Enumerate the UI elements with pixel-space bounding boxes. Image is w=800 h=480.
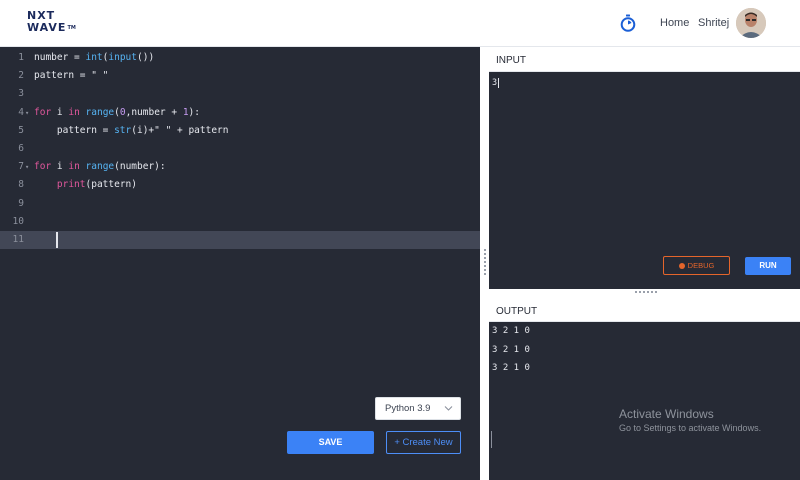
code-token: ): — [188, 106, 200, 118]
output-panel-title: OUTPUT — [496, 306, 538, 317]
output-scroll-indicator — [491, 431, 492, 448]
code-line[interactable]: 9 — [0, 195, 480, 213]
code-token: pattern = — [34, 124, 115, 136]
debug-dot-icon — [678, 262, 685, 269]
code-token: print — [56, 179, 86, 191]
horizontal-resize-handle[interactable] — [489, 289, 800, 298]
activate-windows-title: Activate Windows — [619, 407, 714, 421]
line-number: 9 — [18, 197, 24, 209]
language-select[interactable]: Python 3.9 — [375, 397, 461, 420]
code-line[interactable]: 6 — [0, 140, 480, 158]
code-text: pattern = str(i)+" " + pattern — [34, 122, 229, 140]
run-button[interactable]: RUN — [745, 257, 791, 275]
line-number: 10 — [12, 215, 24, 227]
code-token: (number): — [114, 161, 166, 173]
logo-line-2: WAVETM — [27, 22, 87, 34]
vertical-resize-handle[interactable] — [480, 47, 489, 480]
output-panel-header: OUTPUT — [489, 298, 800, 322]
chevron-down-icon — [444, 398, 453, 427]
line-number: 7 — [18, 161, 24, 173]
line-number: 2 — [18, 70, 24, 82]
stopwatch-icon[interactable] — [620, 14, 636, 32]
text-caret — [56, 231, 58, 248]
code-token: pattern = — [34, 70, 92, 82]
line-number: 3 — [18, 88, 24, 100]
code-text: for i in range(number): — [34, 158, 166, 176]
code-line[interactable]: 7 ▾ for i in range(number): — [0, 158, 480, 176]
line-number: 4 — [18, 106, 24, 118]
user-name[interactable]: Shritej — [698, 17, 729, 29]
fold-arrow-icon[interactable]: ▾ — [25, 158, 29, 176]
line-number: 5 — [18, 124, 24, 136]
line-number: 6 — [18, 142, 24, 154]
debug-label: DEBUG — [687, 261, 715, 270]
line-number: 11 — [12, 233, 24, 245]
code-token: ()) — [137, 52, 155, 63]
line-number: 8 — [18, 179, 24, 191]
create-new-button[interactable]: + Create New — [386, 431, 461, 454]
code-line[interactable]: 1 number = int(input()) — [0, 49, 480, 67]
output-line: 3 2 1 0 — [492, 363, 530, 373]
user-avatar[interactable] — [736, 8, 766, 38]
code-line[interactable]: 8 print(pattern) — [0, 176, 480, 194]
output-line: 3 2 1 0 — [492, 345, 530, 355]
code-text: print(pattern) — [34, 176, 137, 194]
code-text: for i in range(0,number + 1): — [34, 104, 200, 122]
code-token: input — [108, 52, 137, 63]
save-button[interactable]: SAVE — [287, 431, 374, 454]
code-lines[interactable]: 1 number = int(input()) 2 pattern = " " 3 4 ▾ f… — [0, 49, 480, 250]
input-textarea[interactable]: 3 DEBUG RUN — [489, 72, 800, 289]
code-token: range — [85, 161, 115, 173]
code-text: number = int(input()) — [34, 49, 154, 67]
nav-home-link[interactable]: Home — [660, 17, 689, 29]
code-token: number = — [34, 52, 86, 63]
debug-button[interactable]: DEBUG — [663, 256, 730, 275]
code-line[interactable]: 5 pattern = str(i)+" " + pattern — [0, 122, 480, 140]
code-token: i — [51, 161, 69, 173]
code-token: (pattern) — [85, 179, 137, 191]
code-token: in — [68, 161, 80, 173]
code-token: " " — [91, 70, 109, 82]
output-console[interactable]: 3 2 1 0 3 2 1 0 3 2 1 0 Activate Windows… — [489, 322, 800, 480]
grip-dots-icon — [635, 291, 657, 293]
code-line[interactable]: 4 ▾ for i in range(0,number + 1): — [0, 104, 480, 122]
input-panel-title: INPUT — [496, 55, 526, 66]
input-caret — [498, 78, 499, 88]
nxtwave-logo[interactable]: NXT WAVETM — [27, 10, 87, 38]
code-token: in — [68, 106, 80, 118]
code-token: range — [85, 106, 115, 118]
grip-dots-icon — [484, 249, 486, 275]
language-value: Python 3.9 — [385, 403, 431, 414]
code-line[interactable]: 10 — [0, 213, 480, 231]
code-text: pattern = " " — [34, 67, 108, 85]
code-line[interactable]: 11 — [0, 230, 480, 250]
fold-arrow-icon[interactable]: ▾ — [25, 104, 29, 122]
code-editor[interactable]: 1 number = int(input()) 2 pattern = " " 3 4 ▾ f… — [0, 47, 480, 480]
code-line[interactable]: 3 — [0, 85, 480, 103]
output-line: 3 2 1 0 — [492, 326, 530, 336]
code-token: int — [85, 52, 103, 63]
code-line[interactable]: 2 pattern = " " — [0, 67, 480, 85]
code-token: (i)+" " + pattern — [131, 124, 229, 136]
code-token: for — [34, 106, 52, 118]
code-token: str — [114, 124, 132, 136]
code-token: ,number + — [125, 106, 183, 118]
line-number: 1 — [18, 52, 24, 63]
activate-windows-subtitle: Go to Settings to activate Windows. — [619, 423, 762, 433]
input-value: 3 — [492, 78, 498, 88]
input-panel-header: INPUT — [489, 47, 800, 72]
logo-line-2-text: WAVE — [27, 21, 67, 34]
code-token: for — [34, 161, 52, 173]
logo-trademark: TM — [67, 25, 76, 31]
code-token: i — [51, 106, 69, 118]
top-header: NXT WAVETM Home Shritej — [0, 0, 800, 47]
